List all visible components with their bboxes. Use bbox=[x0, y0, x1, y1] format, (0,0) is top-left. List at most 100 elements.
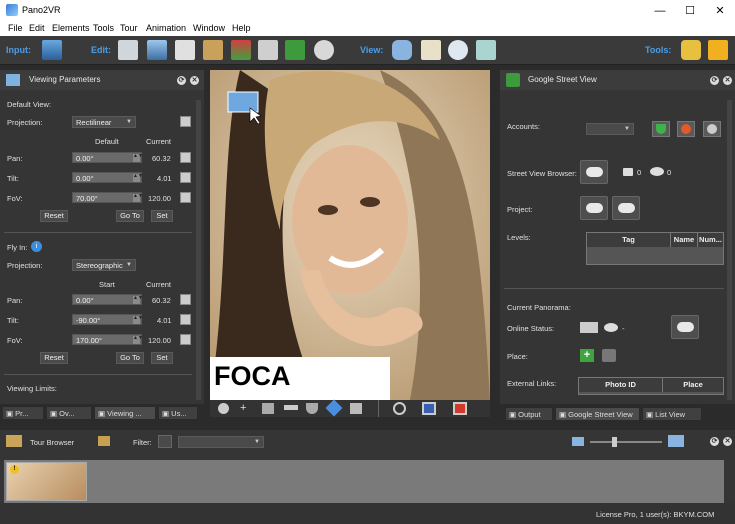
clipboard-icon[interactable] bbox=[421, 40, 441, 60]
eye-icon[interactable] bbox=[476, 40, 496, 60]
horizon-icon[interactable] bbox=[284, 405, 298, 410]
add-place-icon[interactable]: + bbox=[580, 349, 594, 362]
levels-col-name[interactable]: Name bbox=[671, 233, 698, 247]
menu-edit[interactable]: Edit bbox=[29, 23, 45, 33]
target-icon[interactable] bbox=[393, 402, 406, 415]
hotspot-icon[interactable] bbox=[258, 40, 278, 60]
red-color-icon[interactable] bbox=[453, 402, 467, 415]
fov-default-input[interactable]: 70.00° ▲▼ bbox=[72, 192, 143, 203]
fly-tilt-input[interactable]: -90.00° ▲▼ bbox=[72, 314, 143, 325]
menu-tour[interactable]: Tour bbox=[120, 23, 138, 33]
close-panel-icon-tour[interactable]: ✕ bbox=[723, 437, 732, 446]
projection-select[interactable]: Rectilinear ▼ bbox=[72, 116, 136, 128]
tab-user-data[interactable]: ▣ Us... bbox=[158, 406, 198, 420]
move-icon[interactable] bbox=[325, 399, 343, 417]
project-upload-button[interactable] bbox=[580, 196, 608, 220]
film-reel-icon[interactable] bbox=[314, 40, 334, 60]
fly-tilt-copy-icon[interactable] bbox=[180, 314, 191, 325]
fly-pan-input[interactable]: 0.00° ▲▼ bbox=[72, 294, 143, 305]
maximize-button[interactable]: ☐ bbox=[675, 0, 705, 22]
binoculars-icon[interactable] bbox=[392, 40, 412, 60]
tab-overview[interactable]: ▣ Ov... bbox=[46, 406, 92, 420]
pan-default-input[interactable]: 0.00° ▲▼ bbox=[72, 152, 143, 163]
external-links-table[interactable]: Photo ID Place bbox=[578, 377, 724, 395]
levels-col-tag[interactable]: Tag bbox=[587, 233, 671, 247]
star-settings-icon[interactable] bbox=[681, 40, 701, 60]
zoom-slider-handle[interactable] bbox=[612, 437, 617, 447]
tab-viewing-parameters[interactable]: ▣ Viewing ... bbox=[94, 406, 156, 420]
tab-list-view[interactable]: ▣ List View bbox=[642, 407, 702, 421]
copy-view-icon[interactable] bbox=[180, 116, 191, 127]
crosshair-icon[interactable]: + bbox=[240, 402, 246, 414]
grid-icon[interactable] bbox=[262, 403, 274, 414]
compass-icon[interactable] bbox=[218, 403, 229, 414]
menu-help[interactable]: Help bbox=[232, 23, 251, 33]
left-scrollbar[interactable] bbox=[196, 100, 201, 400]
panorama-edit-icon[interactable] bbox=[147, 40, 167, 60]
undock-icon-gsv[interactable]: ⟳ bbox=[710, 76, 719, 85]
fly-fov-copy-icon[interactable] bbox=[180, 334, 191, 345]
close-panel-icon-gsv[interactable]: ✕ bbox=[723, 76, 732, 85]
links-col-photo-id[interactable]: Photo ID bbox=[579, 378, 663, 392]
accounts-select[interactable]: ▼ bbox=[586, 123, 634, 135]
menu-tools[interactable]: Tools bbox=[93, 23, 114, 33]
filter-tag-icon[interactable] bbox=[158, 435, 172, 448]
fly-pan-copy-icon[interactable] bbox=[180, 294, 191, 305]
blue-color-icon[interactable] bbox=[422, 402, 436, 415]
levels-table[interactable]: Tag Name Num... bbox=[586, 232, 724, 265]
street-view-browser-button[interactable] bbox=[580, 160, 608, 184]
minimize-button[interactable]: — bbox=[645, 0, 675, 22]
pan-copy-icon[interactable] bbox=[180, 152, 191, 163]
tilt-copy-icon[interactable] bbox=[180, 172, 191, 183]
funnel-icon[interactable] bbox=[306, 403, 318, 414]
large-thumb-icon[interactable] bbox=[668, 435, 684, 447]
zoom-slider[interactable] bbox=[590, 441, 662, 443]
tab-properties[interactable]: ▣ Pr... bbox=[2, 406, 44, 420]
small-thumb-icon[interactable] bbox=[572, 437, 584, 446]
publish-button[interactable] bbox=[671, 315, 699, 339]
menu-file[interactable]: File bbox=[8, 23, 23, 33]
fly-projection-select[interactable]: Stereographic ▼ bbox=[72, 259, 136, 271]
account-settings-icon[interactable] bbox=[703, 121, 721, 137]
set-button[interactable]: Set bbox=[151, 210, 173, 222]
undock-icon-tour[interactable]: ⟳ bbox=[710, 437, 719, 446]
undock-icon[interactable]: ⟳ bbox=[177, 76, 186, 85]
clock-icon[interactable] bbox=[448, 40, 468, 60]
filter-select[interactable]: ▼ bbox=[178, 436, 264, 448]
remove-account-icon[interactable] bbox=[677, 121, 695, 137]
fly-reset-button[interactable]: Reset bbox=[40, 352, 68, 364]
levels-col-num[interactable]: Num... bbox=[698, 233, 723, 247]
menu-window[interactable]: Window bbox=[193, 23, 225, 33]
right-scrollbar[interactable] bbox=[727, 100, 732, 400]
project-download-button[interactable] bbox=[612, 196, 640, 220]
menu-elements[interactable]: Elements bbox=[52, 23, 90, 33]
plugin-icon[interactable] bbox=[708, 40, 728, 60]
tab-output[interactable]: ▣ Output bbox=[505, 407, 553, 421]
import-panorama-icon[interactable] bbox=[42, 40, 62, 60]
fly-set-button[interactable]: Set bbox=[151, 352, 173, 364]
links-col-place[interactable]: Place bbox=[663, 378, 723, 392]
edit-place-icon[interactable] bbox=[602, 349, 616, 362]
google-street-view-icon[interactable] bbox=[285, 40, 305, 60]
shield-check-icon[interactable] bbox=[652, 121, 670, 137]
close-button[interactable]: ✕ bbox=[705, 0, 735, 22]
info-icon[interactable]: i bbox=[31, 241, 42, 252]
fov-copy-icon[interactable] bbox=[180, 192, 191, 203]
media-strip-icon[interactable] bbox=[118, 40, 138, 60]
tab-google-street-view[interactable]: ▣ Google Street View bbox=[555, 407, 640, 421]
tilt-default-input[interactable]: 0.00° ▲▼ bbox=[72, 172, 143, 183]
status-toggle-icon[interactable] bbox=[580, 322, 598, 333]
flat-view-icon[interactable] bbox=[350, 403, 362, 414]
close-panel-icon[interactable]: ✕ bbox=[190, 76, 199, 85]
layers-icon[interactable] bbox=[231, 40, 251, 60]
tour-map-icon[interactable] bbox=[203, 40, 223, 60]
reset-button[interactable]: Reset bbox=[40, 210, 68, 222]
fly-fov-input[interactable]: 170.00° ▲▼ bbox=[72, 334, 143, 345]
goto-button[interactable]: Go To bbox=[116, 210, 144, 222]
id-card-icon[interactable] bbox=[175, 40, 195, 60]
panorama-thumbnail[interactable]: ! bbox=[6, 462, 87, 501]
panorama-viewer[interactable]: FOCA bbox=[210, 70, 490, 400]
menu-animation[interactable]: Animation bbox=[146, 23, 186, 33]
sort-icon[interactable] bbox=[98, 436, 110, 446]
fly-goto-button[interactable]: Go To bbox=[116, 352, 144, 364]
